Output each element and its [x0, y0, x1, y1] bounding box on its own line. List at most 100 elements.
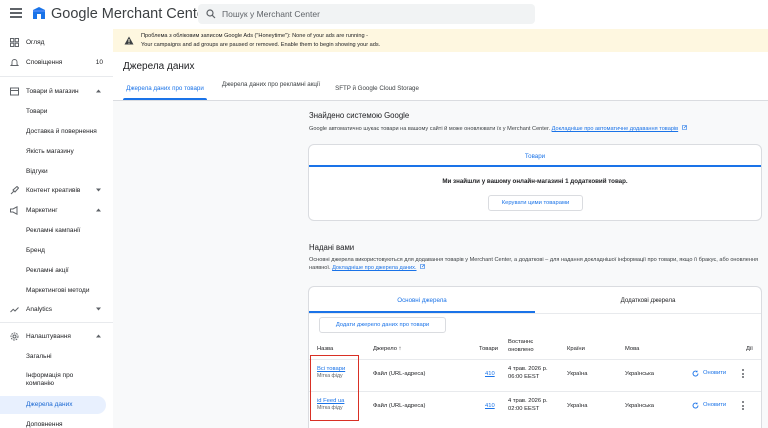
trending-up-icon	[10, 307, 19, 313]
col-header-source[interactable]: Джерело ↑	[373, 346, 402, 354]
sidebar-item-label: Рекламні кампанії	[26, 227, 81, 234]
sidebar-item-label: Товари	[26, 108, 48, 115]
highlight-box	[310, 355, 359, 421]
sidebar-item-general[interactable]: Загальні	[0, 348, 113, 366]
provided-section-title: Надані вами	[309, 243, 355, 252]
sidebar-item-shipping[interactable]: Доставка й повернення	[0, 123, 113, 141]
found-section-desc: Google автоматично шукає товари на вашом…	[309, 125, 763, 133]
search-box[interactable]	[198, 4, 535, 24]
banner-text: Your campaigns and ad groups are paused …	[141, 41, 381, 48]
col-header-countries[interactable]: Країни	[567, 346, 585, 354]
external-link-icon[interactable]	[681, 125, 687, 130]
more-vert-icon[interactable]	[741, 369, 745, 379]
source-type: Файл (URL-адреса)	[373, 371, 426, 377]
sidebar-item-addons[interactable]: Доповнення	[0, 416, 113, 428]
divider	[309, 359, 761, 360]
account-warning-banner: Проблема з обліковим записом Google Ads …	[113, 29, 768, 52]
sidebar-item-marketing[interactable]: Маркетинг	[0, 202, 113, 220]
card-tab-products[interactable]: Товари	[309, 145, 761, 167]
last-updated: 4 трав. 2026 р. 02:00 EEST	[508, 397, 548, 413]
sidebar-item-label: Налаштування	[26, 333, 71, 340]
products-count-link[interactable]: 410	[485, 402, 495, 410]
more-vert-icon[interactable]	[741, 401, 745, 411]
auto-add-link[interactable]: Докладніше про автоматичне додавання тов…	[552, 126, 679, 132]
sidebar-item-label: Товари й магазин	[26, 88, 79, 95]
top-bar: Google Merchant Center Next	[0, 0, 768, 29]
sidebar-item-ad-campaigns[interactable]: Рекламні кампанії	[0, 222, 113, 240]
sidebar-item-creative[interactable]: Контент креативів	[0, 182, 113, 200]
add-data-source-button[interactable]: Додати джерело даних про товари	[319, 317, 446, 333]
sidebar-item-overview[interactable]: Огляд	[0, 34, 113, 52]
sidebar-item-label: Якість магазину	[26, 148, 74, 155]
sidebar-item-brand[interactable]: Бренд	[0, 242, 113, 260]
sidebar-item-company-info[interactable]: Інформація про компанію	[0, 370, 113, 392]
source-type: Файл (URL-адреса)	[373, 403, 426, 409]
banner-title: Проблема з обліковим записом Google Ads …	[141, 33, 368, 39]
gear-icon	[10, 332, 19, 341]
megaphone-icon	[10, 206, 18, 215]
sidebar-item-settings[interactable]: Налаштування	[0, 328, 113, 346]
sidebar-item-label: Доповнення	[26, 421, 63, 428]
dashboard-icon	[10, 38, 19, 47]
refresh-label: Оновити	[703, 370, 727, 376]
data-sources-card: Основні джерела Додаткові джерела Додати…	[308, 286, 762, 428]
updated-time: 06:00 EEST	[508, 374, 540, 381]
sidebar-item-data-sources[interactable]: Джерела даних	[0, 396, 106, 414]
language: Українська	[625, 371, 655, 377]
sidebar-item-products[interactable]: Товари	[0, 103, 113, 121]
sidebar-item-label: Маркетинг	[26, 207, 58, 214]
divider	[309, 313, 761, 314]
bell-icon	[10, 59, 19, 66]
tab-supplemental-sources[interactable]: Додаткові джерела	[535, 287, 761, 313]
menu-icon[interactable]	[10, 8, 22, 18]
country: Україна	[567, 403, 588, 409]
col-header-updated[interactable]: Востаннє оновлено	[508, 339, 546, 355]
sidebar-item-label: Контент креативів	[26, 187, 81, 194]
sort-arrow-icon: ↑	[398, 346, 402, 352]
tab-promotion-sources[interactable]: Джерела даних про рекламні акції	[221, 81, 321, 89]
merchant-center-logo-icon	[33, 7, 45, 19]
language: Українська	[625, 403, 655, 409]
tab-product-sources[interactable]: Джерела даних про товари	[123, 85, 207, 93]
refresh-icon	[692, 402, 699, 409]
divider	[0, 76, 113, 77]
divider	[309, 391, 761, 392]
refresh-icon	[692, 370, 699, 377]
sidebar-item-label: Відгуки	[26, 168, 48, 175]
tab-sftp-gcs[interactable]: SFTP й Google Cloud Storage	[332, 85, 422, 93]
col-header-source-label: Джерело	[373, 346, 397, 352]
sidebar-item-label: Сповіщення	[26, 59, 63, 66]
updated-date: 4 трав. 2026 р.	[508, 366, 548, 372]
data-sources-link[interactable]: Докладніше про джерела даних.	[332, 265, 416, 271]
sidebar-item-marketing-methods[interactable]: Маркетингові методи	[0, 282, 113, 300]
products-count-link[interactable]: 410	[485, 370, 495, 378]
sidebar-item-label: Доставка й повернення	[26, 128, 97, 135]
external-link-icon[interactable]	[420, 264, 425, 270]
brush-icon	[10, 186, 19, 195]
tab-primary-sources[interactable]: Основні джерела	[309, 287, 535, 313]
sidebar-item-analytics[interactable]: Analytics	[0, 301, 113, 319]
notifications-count: 10	[95, 59, 103, 66]
sidebar-item-label: Маркетингові методи	[26, 287, 90, 294]
store-icon	[10, 87, 19, 96]
manage-products-button[interactable]: Керувати цими товарами	[488, 195, 583, 211]
col-header-actions: Дії	[746, 346, 753, 352]
chevron-down-icon	[96, 307, 101, 311]
provided-section-desc: Основні джерела використовуються для дод…	[309, 256, 765, 273]
search-icon	[206, 9, 216, 19]
col-header-language[interactable]: Мова	[625, 346, 639, 354]
col-header-name[interactable]: Назва	[317, 346, 333, 354]
sidebar-item-reviews[interactable]: Відгуки	[0, 163, 113, 181]
sidebar-item-label: Джерела даних	[26, 401, 73, 408]
chevron-up-icon	[96, 208, 101, 212]
sidebar-item-products-store[interactable]: Товари й магазин	[0, 83, 113, 101]
sidebar-item-label: Загальні	[26, 353, 52, 360]
sidebar-item-store-quality[interactable]: Якість магазину	[0, 143, 113, 161]
sidebar-item-promotions[interactable]: Рекламні акції	[0, 262, 113, 280]
search-input[interactable]	[222, 6, 522, 22]
sidebar-item-notifications[interactable]: Сповіщення 10	[0, 54, 113, 72]
found-desc-text: Google автоматично шукає товари на вашом…	[309, 126, 551, 132]
sidebar-item-label: Інформація про компанію	[26, 372, 74, 388]
col-header-products[interactable]: Товари	[479, 346, 498, 354]
sidebar-item-label: Бренд	[26, 247, 45, 254]
